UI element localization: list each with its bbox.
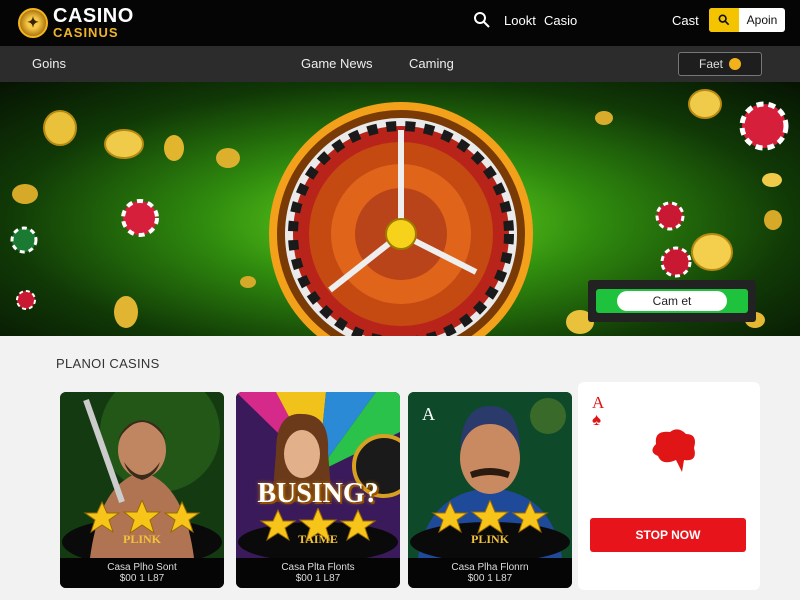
- logo-title: CASINO: [53, 5, 134, 27]
- card-title: Casa Plho Sont: [107, 562, 177, 573]
- card-tag: PLINK: [470, 532, 509, 546]
- faet-button-label: Faet: [698, 57, 723, 71]
- hero-cta-label: Cam et: [616, 291, 728, 311]
- logo[interactable]: ✦ CASINO CASINUS: [18, 6, 134, 39]
- logo-subtitle: CASINUS: [53, 25, 119, 40]
- card-tag: PLINK: [122, 532, 161, 546]
- top-bar: ✦ CASINO CASINUS Lookt Casio Cast Apoin: [0, 0, 800, 46]
- spade-icon: ♠: [592, 410, 602, 429]
- spade-splash-icon: [652, 429, 695, 472]
- card-title: Casa Plta Flonts: [281, 562, 355, 573]
- nav-link-casio[interactable]: Casio: [544, 13, 577, 28]
- hero-cta-button[interactable]: Cam et: [596, 289, 748, 313]
- rating-stars-icon: [83, 500, 201, 534]
- nav-item-caming[interactable]: Caming: [409, 56, 454, 71]
- card-price: $00 1 L87: [295, 573, 341, 584]
- card-price: $00 1 L87: [467, 573, 513, 584]
- login-button[interactable]: Apoin: [709, 8, 785, 32]
- rating-stars-icon: [431, 500, 549, 534]
- game-card[interactable]: BUSING? TAIME Casa Plta Flonts $00 1 L87: [236, 392, 400, 588]
- section-title: PLANOI CASINS: [56, 356, 160, 371]
- card-rank: A: [592, 393, 605, 412]
- nav-item-game-news[interactable]: Game News: [301, 56, 373, 71]
- card-title: Casa Plha Flonrn: [451, 562, 529, 573]
- stop-now-button[interactable]: STOP NOW: [590, 518, 746, 552]
- nav-link-cast[interactable]: Cast: [672, 13, 699, 28]
- svg-text:A: A: [422, 404, 435, 424]
- search-icon[interactable]: [473, 11, 491, 29]
- card-corner: A ♠: [592, 394, 604, 428]
- logo-chip-icon: ✦: [18, 7, 48, 38]
- card-headline: BUSING?: [257, 478, 379, 509]
- nav-link-lookt[interactable]: Lookt: [504, 13, 536, 28]
- faet-button[interactable]: Faet: [678, 52, 762, 76]
- search-icon: [709, 8, 739, 32]
- card-price: $00 1 L87: [119, 573, 165, 584]
- login-button-label: Apoin: [746, 13, 778, 27]
- card-tag: TAIME: [298, 532, 338, 546]
- game-card[interactable]: A PLINK Casa Plha Flonrn $00 1 L87: [408, 392, 572, 588]
- promo-card: A ♠ STOP NOW: [578, 382, 760, 590]
- coin-icon: [729, 58, 741, 70]
- roulette-wheel-icon: [269, 102, 533, 336]
- game-card[interactable]: PLINK Casa Plho Sont $00 1 L87: [60, 392, 224, 588]
- nav-item-goins[interactable]: Goins: [32, 56, 66, 71]
- hero-cta-panel: Cam et: [588, 280, 756, 322]
